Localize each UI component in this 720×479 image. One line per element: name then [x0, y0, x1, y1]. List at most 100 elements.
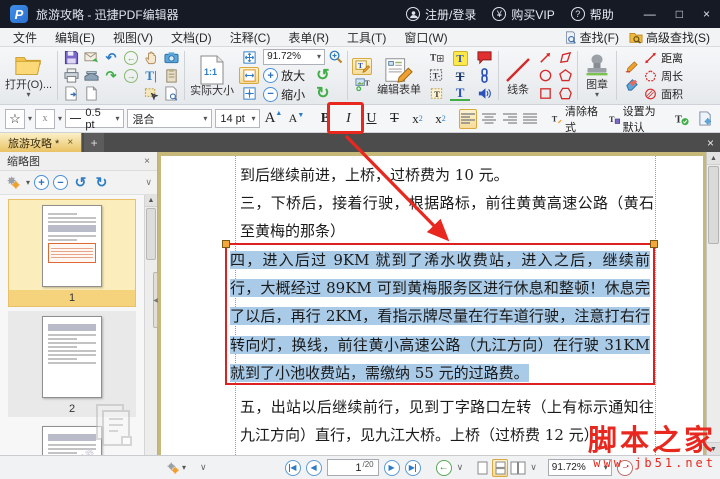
- edit-form-button[interactable]: 编辑表单: [374, 48, 424, 103]
- stroke-color-picker[interactable]: ☆: [5, 108, 25, 129]
- first-page-button[interactable]: ◀: [284, 459, 301, 476]
- new-tab-button[interactable]: +: [84, 133, 105, 152]
- single-page-layout-button[interactable]: [474, 459, 490, 477]
- statusbar-collapse-icon[interactable]: ∨: [200, 462, 207, 473]
- close-button[interactable]: ×: [703, 7, 710, 21]
- font-size-select[interactable]: 14 pt ▾: [215, 109, 261, 128]
- bold-button[interactable]: B: [315, 109, 335, 129]
- selection-handle-top-left[interactable]: [222, 240, 230, 248]
- paragraph-2[interactable]: 三，下桥后，接着行驶，根据路标，前往黄黄高速公路（黄石至黄梅的那条）: [240, 189, 654, 245]
- thumbnail-zoom-out-button[interactable]: −: [53, 175, 69, 190]
- link-button[interactable]: [474, 67, 494, 84]
- login-button[interactable]: 注册/登录: [406, 6, 476, 23]
- doc-scroll-up-icon[interactable]: ▲: [707, 152, 720, 165]
- pentagon-shape-button[interactable]: [555, 67, 575, 85]
- selected-text-block[interactable]: 四，进入后过 9KM 就到了浠水收费站，进入之后，继续前行，大概经过 89KM …: [222, 240, 658, 385]
- remove-textbox-button[interactable]: T-: [426, 67, 446, 84]
- marquee-zoom-icon[interactable]: [328, 49, 343, 64]
- pencil-button[interactable]: [621, 58, 641, 75]
- zoom-out-label[interactable]: 缩小: [281, 86, 305, 103]
- thumbnail-options-button[interactable]: [5, 174, 22, 192]
- selected-text[interactable]: 四，进入后过 9KM 就到了浠水收费站，进入之后，继续前行，大概经过 89KM …: [230, 251, 650, 382]
- go-back-button[interactable]: ←: [121, 49, 141, 67]
- print-button[interactable]: [61, 67, 81, 85]
- tab-travel-guide[interactable]: 旅游攻略 * ×: [0, 133, 83, 152]
- paragraph-1[interactable]: 到后继续前进，上桥，过桥费为 10 元。: [240, 161, 654, 189]
- thumbnail-scroll-thumb[interactable]: [146, 208, 156, 260]
- fill-color-picker[interactable]: x: [35, 108, 56, 129]
- doc-options-button[interactable]: [161, 85, 181, 103]
- pdf-page[interactable]: 到后继续前进，上桥，过桥费为 10 元。 三，下桥后，接着行驶，根据路标，前往黄…: [161, 156, 703, 455]
- stroke-width-select[interactable]: 0.5 pt ▾: [65, 107, 125, 131]
- zoom-in-label[interactable]: 放大: [281, 67, 305, 84]
- add-image-text-button[interactable]: T: [352, 76, 372, 93]
- panel-collapse-icon[interactable]: ∨: [145, 177, 152, 188]
- thumbnail-options-caret-icon[interactable]: ▾: [26, 178, 30, 187]
- add-textbox-button[interactable]: T: [426, 49, 446, 66]
- comment-button[interactable]: [474, 49, 494, 66]
- tab-close-icon[interactable]: ×: [67, 137, 73, 148]
- set-default-button[interactable]: T 设置为默认: [606, 103, 669, 135]
- sound-button[interactable]: [474, 85, 494, 102]
- select-text-button[interactable]: T|: [141, 67, 161, 85]
- clear-format-button[interactable]: T 清除格式: [548, 103, 603, 135]
- paste-button[interactable]: [161, 67, 181, 85]
- apply-format-button[interactable]: T: [672, 109, 692, 129]
- fit-visible-button[interactable]: [239, 85, 259, 102]
- paragraph-4[interactable]: 五，出站以后继续前行，见到丁字路口左转（上有标示通知往九江方向）直行，见九江大桥…: [240, 393, 654, 449]
- thumbnail-scroll-up-icon[interactable]: ▲: [145, 195, 157, 207]
- menu-document[interactable]: 文档(D): [162, 29, 221, 46]
- zoom-in-icon[interactable]: +: [263, 68, 279, 83]
- arrow-shape-button[interactable]: [535, 49, 555, 67]
- polyline-shape-button[interactable]: [555, 49, 575, 67]
- polygon-shape-button[interactable]: [555, 85, 575, 103]
- previous-page-button[interactable]: ◀: [305, 459, 322, 476]
- minimize-button[interactable]: —: [644, 7, 656, 21]
- find-button[interactable]: 查找(F): [564, 29, 619, 46]
- scan-button[interactable]: [81, 67, 101, 85]
- increase-font-button[interactable]: A ▲: [263, 109, 283, 129]
- font-family-select[interactable]: 混合 ▾: [127, 109, 213, 128]
- go-forward-button[interactable]: →: [121, 67, 141, 85]
- zoom-out-icon[interactable]: −: [263, 86, 279, 102]
- superscript-button[interactable]: x2: [430, 109, 450, 129]
- line-tool-button[interactable]: 线条: [501, 48, 535, 103]
- advanced-find-button[interactable]: 高级查找(S): [629, 29, 710, 46]
- statusbar-options-button[interactable]: ▾: [166, 461, 186, 475]
- rotate-right-button[interactable]: ↻: [316, 86, 329, 102]
- distance-tool-button[interactable]: 距离: [643, 49, 683, 67]
- new-document-button[interactable]: [81, 85, 101, 103]
- textbox-style-button[interactable]: T: [426, 85, 446, 102]
- actual-size-button[interactable]: 1:1 实际大小: [187, 48, 237, 103]
- eraser-button[interactable]: [621, 76, 641, 93]
- stamp-button[interactable]: 图章 ▾: [580, 48, 614, 103]
- view-history-caret-icon[interactable]: ∨: [457, 462, 464, 473]
- email-button[interactable]: [81, 49, 101, 67]
- help-button[interactable]: ? 帮助: [570, 6, 614, 23]
- buy-vip-button[interactable]: ¥ 购买VIP: [492, 6, 555, 23]
- rotate-left-button[interactable]: ↺: [316, 67, 329, 84]
- decrease-font-button[interactable]: A ▼: [286, 109, 306, 129]
- continuous-layout-button[interactable]: [492, 458, 509, 477]
- strikethrough-button[interactable]: T: [384, 109, 404, 129]
- panel-close-icon[interactable]: ×: [144, 156, 150, 167]
- subscript-button[interactable]: x2: [407, 109, 427, 129]
- statusbar-zoom-select[interactable]: 91.72% ▾: [547, 459, 612, 476]
- square-shape-button[interactable]: [535, 85, 555, 103]
- menu-file[interactable]: 文件: [4, 29, 46, 46]
- underline-button[interactable]: U: [361, 109, 381, 129]
- previous-view-button[interactable]: ←: [435, 459, 452, 476]
- area-tool-button[interactable]: 面积: [643, 85, 683, 103]
- next-page-button[interactable]: ▶: [383, 459, 400, 476]
- undo-button[interactable]: ↶: [101, 49, 121, 67]
- menu-form[interactable]: 表单(R): [279, 29, 338, 46]
- thumbnail-zoom-in-button[interactable]: +: [34, 175, 50, 190]
- format-settings-button[interactable]: [695, 109, 715, 129]
- doc-scroll-down-icon[interactable]: ▼: [707, 442, 720, 455]
- hand-tool-button[interactable]: [141, 49, 161, 67]
- snapshot-button[interactable]: [161, 49, 181, 67]
- redo-button[interactable]: ↷: [101, 67, 121, 85]
- open-button[interactable]: 打开(O)... ▾: [2, 48, 55, 103]
- selection-handle-top-right[interactable]: [650, 240, 658, 248]
- align-center-button[interactable]: [480, 109, 498, 129]
